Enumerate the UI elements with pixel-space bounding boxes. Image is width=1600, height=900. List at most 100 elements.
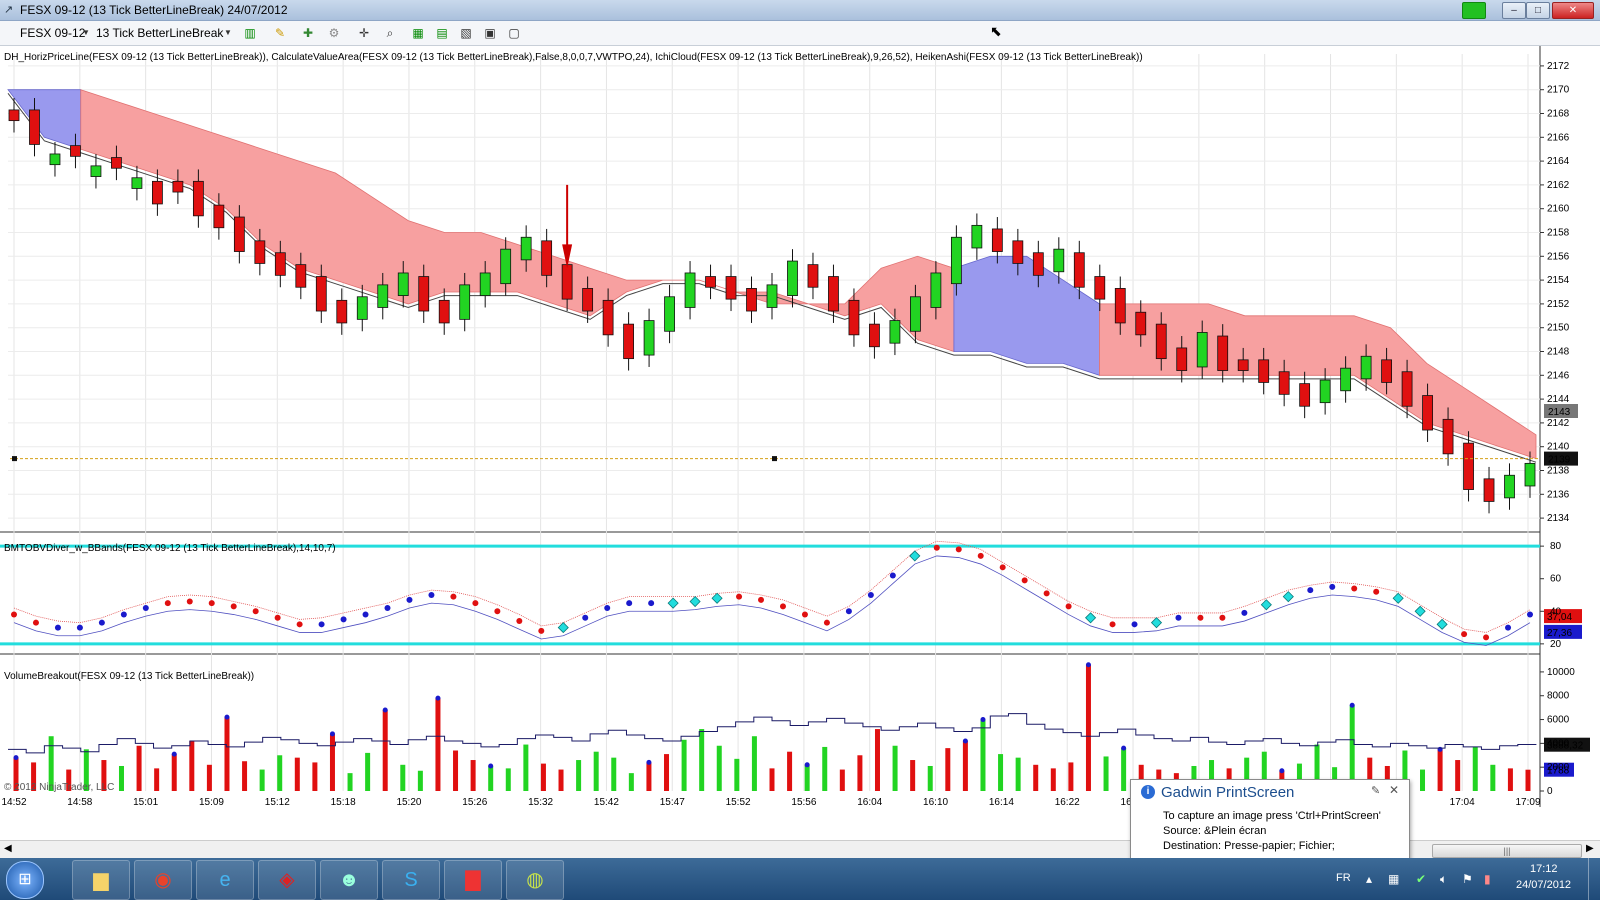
candle-down: [1155, 323, 1167, 360]
obv-dot: [362, 611, 369, 618]
candle-down: [561, 264, 573, 300]
data-box-icon[interactable]: ▦: [410, 25, 426, 41]
obv-dot: [933, 544, 940, 551]
volume-bar-down: [910, 760, 916, 791]
chrome-taskbar-icon[interactable]: ◉: [134, 860, 192, 900]
time-tick-label: 15:26: [462, 797, 487, 808]
ninjatrader-taskbar-icon[interactable]: ◈: [258, 860, 316, 900]
green-status-button[interactable]: [1462, 2, 1486, 19]
volume-bar-down: [769, 768, 775, 791]
volume-bar-up: [716, 745, 722, 791]
tray-expand-icon[interactable]: ▴: [1366, 872, 1372, 886]
chart-trader-icon[interactable]: ▤: [434, 25, 450, 41]
obv-dot: [1197, 614, 1204, 621]
scroll-left-icon[interactable]: ◀: [4, 843, 12, 854]
volume-bar-down: [171, 754, 177, 791]
close-button[interactable]: ✕: [1552, 2, 1594, 19]
candle-down: [602, 299, 614, 336]
dropdown-arrow-icon[interactable]: ▼: [220, 25, 236, 41]
volume-bar-down: [224, 717, 230, 791]
crosshair-icon[interactable]: ✛: [356, 25, 372, 41]
zoom-icon[interactable]: ⌕: [382, 25, 398, 41]
obv-dot: [516, 618, 523, 625]
messenger-taskbar-icon[interactable]: ☻: [320, 860, 378, 900]
obv-dot: [867, 592, 874, 598]
candle-up: [520, 236, 532, 261]
interval-selector[interactable]: 13 Tick BetterLineBreak: [96, 26, 223, 40]
security-tray-icon[interactable]: ✔: [1416, 872, 1426, 886]
candle-down: [1422, 395, 1433, 431]
candle-down: [213, 204, 225, 229]
time-tick-label: 16:14: [989, 797, 1014, 808]
notification-line1: To capture an image press 'Ctrl+PrintScr…: [1163, 810, 1381, 822]
obv-dot: [1065, 603, 1072, 610]
power-tray-icon[interactable]: ▮: [1484, 872, 1491, 886]
obv-dot: [384, 605, 391, 612]
volume-bar-up: [259, 769, 265, 791]
volume-panel-legend: VolumeBreakout(FESX 09-12 (13 Tick Bette…: [4, 671, 255, 682]
candle-down: [623, 323, 634, 360]
instrument-selector[interactable]: FESX 09-12: [20, 26, 85, 40]
obv-dot: [208, 600, 215, 607]
dropdown-arrow-icon[interactable]: ▼: [78, 25, 94, 41]
bar-type-icon[interactable]: ▥: [242, 25, 258, 41]
strategy-icon[interactable]: ⚙: [326, 25, 342, 41]
scroll-right-icon[interactable]: ▶: [1586, 843, 1594, 854]
pin-icon[interactable]: ✎: [1371, 784, 1380, 797]
chart-app-taskbar-icon[interactable]: ▇: [444, 860, 502, 900]
candle-down: [1381, 359, 1392, 383]
volume-bar-up: [927, 765, 933, 791]
popup-close-icon[interactable]: ✕: [1389, 783, 1399, 797]
volume-tray-icon[interactable]: 🔈︎: [1440, 872, 1447, 887]
clock-date[interactable]: 24/07/2012: [1516, 879, 1571, 891]
candle-up: [930, 272, 942, 308]
properties-icon[interactable]: ▣: [482, 25, 498, 41]
candle-down: [1258, 359, 1270, 383]
price-tick-label: 2168: [1547, 109, 1570, 120]
gadwin-notification[interactable]: i Gadwin PrintScreen ✎ ✕ To capture an i…: [1130, 779, 1410, 863]
drawing-tool-icon[interactable]: ✎: [272, 25, 288, 41]
snapshot-icon[interactable]: ▧: [458, 25, 474, 41]
flag-tray-icon[interactable]: ⚑: [1462, 872, 1473, 886]
volume-bar-up: [980, 719, 986, 791]
volume-bar-up: [751, 736, 757, 791]
obv-dot: [648, 600, 655, 607]
minimize-button[interactable]: –: [1502, 2, 1526, 19]
candle-down: [315, 276, 327, 312]
time-tick-label: 15:56: [791, 797, 816, 808]
volume-breakout-dot: [488, 763, 494, 769]
candle-down: [848, 299, 860, 336]
candle-down: [1032, 252, 1044, 276]
scrollbar-thumb[interactable]: |||: [1432, 844, 1582, 858]
start-button[interactable]: ⊞: [6, 861, 44, 899]
obv-panel-legend: BMTOBVDiver_w_BBands(FESX 09-12 (13 Tick…: [4, 543, 336, 554]
candle-up: [459, 284, 471, 320]
globe-app-taskbar-icon[interactable]: ◍: [506, 860, 564, 900]
price-tick-label: 2142: [1547, 418, 1570, 429]
clock-time[interactable]: 17:12: [1530, 863, 1558, 875]
volume-breakout-dot: [1279, 768, 1285, 774]
volume-bar-up: [523, 744, 529, 791]
language-indicator[interactable]: FR: [1336, 872, 1351, 884]
obv-dot: [296, 621, 303, 628]
explorer-taskbar-icon[interactable]: ▆: [72, 860, 130, 900]
candle-up: [377, 284, 389, 308]
volume-bar-down: [1437, 749, 1443, 791]
skype-taskbar-icon[interactable]: S: [382, 860, 440, 900]
candle-down: [869, 323, 880, 348]
indicator-icon[interactable]: ✚: [300, 25, 316, 41]
candle-down: [705, 276, 716, 288]
volume-bar-down: [839, 769, 845, 791]
show-desktop-button[interactable]: [1588, 858, 1600, 900]
volume-bar-down: [312, 762, 318, 791]
network-tray-icon[interactable]: ▦: [1388, 872, 1399, 886]
ie-taskbar-icon[interactable]: e: [196, 860, 254, 900]
obv-dot: [1021, 577, 1028, 584]
maximize-button[interactable]: □: [1526, 2, 1550, 19]
window-layout-icon[interactable]: ▢: [506, 25, 522, 41]
cursor-pointer-icon: ⬉: [990, 23, 1002, 39]
obv-dot: [758, 596, 765, 603]
chart-area[interactable]: 2139 2143 37,04 27,36 3888,32 1788 14:52 14:…: [0, 46, 1600, 840]
volume-bar-up: [576, 760, 582, 791]
volume-bar-up: [1490, 764, 1496, 791]
